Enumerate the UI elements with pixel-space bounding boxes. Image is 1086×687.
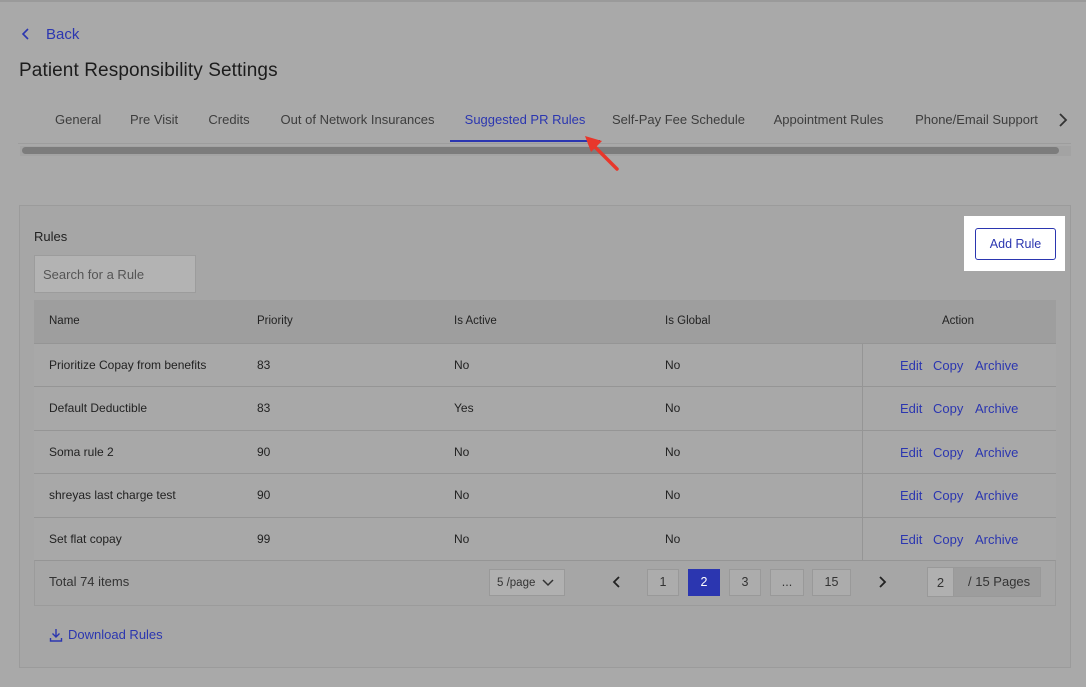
download-icon <box>49 628 63 642</box>
tab-appointment-rules[interactable]: Appointment Rules <box>772 106 885 142</box>
table-row: Set flat copay 99 No No Edit Copy Archiv… <box>34 516 1056 560</box>
header-priority: Priority <box>257 315 293 327</box>
action-cell: Edit Copy Archive <box>862 430 1056 474</box>
rule-name: Soma rule 2 <box>49 444 114 459</box>
rule-is-active: No <box>454 488 470 503</box>
tab-self-pay-fee-schedule[interactable]: Self-Pay Fee Schedule <box>612 106 745 142</box>
copy-link[interactable]: Copy <box>933 401 963 416</box>
page-15-button[interactable]: 15 <box>812 569 851 596</box>
scrollbar-thumb[interactable] <box>22 147 1059 154</box>
archive-link[interactable]: Archive <box>975 401 1018 416</box>
page-title: Patient Responsibility Settings <box>19 60 278 81</box>
rule-is-active: No <box>454 444 470 459</box>
copy-link[interactable]: Copy <box>933 358 963 373</box>
tab-credits[interactable]: Credits <box>207 106 251 142</box>
copy-link[interactable]: Copy <box>933 488 963 503</box>
rule-is-global: No <box>665 444 681 459</box>
table-header: Name Priority Is Active Is Global Action <box>34 300 1056 343</box>
archive-link[interactable]: Archive <box>975 358 1018 373</box>
page-3-button[interactable]: 3 <box>729 569 761 596</box>
rule-priority: 90 <box>257 444 271 459</box>
tabs-scrollbar[interactable] <box>20 146 1071 156</box>
chevron-down-icon <box>542 579 554 587</box>
page-size-select[interactable]: 5 /page <box>489 569 565 596</box>
page-ellipsis-button[interactable]: ... <box>770 569 804 596</box>
rule-is-global: No <box>665 401 681 416</box>
add-rule-button[interactable]: Add Rule <box>975 228 1056 260</box>
action-cell: Edit Copy Archive <box>862 387 1056 430</box>
copy-link[interactable]: Copy <box>933 445 963 460</box>
back-label: Back <box>46 25 80 43</box>
rule-is-active: No <box>454 531 470 546</box>
copy-link[interactable]: Copy <box>933 532 963 547</box>
action-cell: Edit Copy Archive <box>862 517 1056 560</box>
rule-name: Prioritize Copay from benefits <box>49 358 207 372</box>
next-page-icon[interactable] <box>874 574 890 590</box>
rule-priority: 83 <box>257 401 271 416</box>
rule-is-global: No <box>665 488 681 503</box>
rule-name: Set flat copay <box>49 531 122 546</box>
rules-label: Rules <box>34 229 68 244</box>
back-link[interactable]: Back <box>18 24 79 44</box>
download-rules-link[interactable]: Download Rules <box>49 627 163 642</box>
archive-link[interactable]: Archive <box>975 488 1018 503</box>
page-2-button[interactable]: 2 <box>688 569 720 596</box>
header-is-active: Is Active <box>454 315 497 327</box>
rule-priority: 83 <box>257 358 271 372</box>
chevron-left-icon <box>21 28 29 40</box>
page-size-value: 5 /page <box>497 576 536 589</box>
table-row: Prioritize Copay from benefits 83 No No … <box>34 343 1056 387</box>
table-row: Soma rule 2 90 No No Edit Copy Archive <box>34 429 1056 474</box>
tab-suggested-pr-rules[interactable]: Suggested PR Rules <box>450 106 600 142</box>
archive-link[interactable]: Archive <box>975 532 1018 547</box>
rule-priority: 99 <box>257 531 271 546</box>
download-rules-label: Download Rules <box>68 627 163 642</box>
rule-is-global: No <box>665 531 681 546</box>
archive-link[interactable]: Archive <box>975 445 1018 460</box>
header-name: Name <box>49 315 80 327</box>
prev-page-icon[interactable] <box>609 574 625 590</box>
goto-page-input[interactable] <box>928 568 954 596</box>
rule-name: Default Deductible <box>49 401 148 416</box>
tab-out-of-network-insurances[interactable]: Out of Network Insurances <box>279 106 436 142</box>
header-is-global: Is Global <box>665 315 711 327</box>
page-1-button[interactable]: 1 <box>647 569 679 596</box>
table-row: shreyas last charge test 90 No No Edit C… <box>34 473 1056 517</box>
edit-link[interactable]: Edit <box>900 445 922 460</box>
rule-is-active: Yes <box>454 401 474 416</box>
rules-table: Name Priority Is Active Is Global Action… <box>34 300 1056 560</box>
search-rule-input[interactable] <box>34 255 196 293</box>
total-pages-label: / 15 Pages <box>968 574 1031 589</box>
action-cell: Edit Copy Archive <box>862 474 1056 517</box>
rule-is-active: No <box>454 358 470 372</box>
edit-link[interactable]: Edit <box>900 358 922 373</box>
edit-link[interactable]: Edit <box>900 401 922 416</box>
red-arrow-annotation <box>585 136 619 171</box>
rule-is-global: No <box>665 358 681 372</box>
edit-link[interactable]: Edit <box>900 488 922 503</box>
tab-phone-email-support[interactable]: Phone/Email Support <box>914 106 1039 142</box>
tab-pre-visit[interactable]: Pre Visit <box>130 106 178 142</box>
edit-link[interactable]: Edit <box>900 532 922 547</box>
chevron-right-icon[interactable] <box>1054 110 1072 130</box>
rule-priority: 90 <box>257 488 271 503</box>
settings-tabs: General Pre Visit Credits Out of Network… <box>18 106 1071 144</box>
table-row: Default Deductible 83 Yes No Edit Copy A… <box>34 386 1056 430</box>
total-items: Total 74 items <box>49 574 130 589</box>
action-cell: Edit Copy Archive <box>862 344 1056 387</box>
top-border <box>0 0 1086 2</box>
tab-general[interactable]: General <box>55 106 101 142</box>
header-action: Action <box>942 315 974 327</box>
rule-name: shreyas last charge test <box>49 488 176 503</box>
